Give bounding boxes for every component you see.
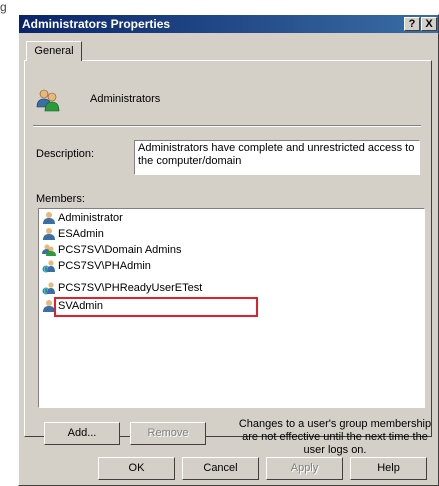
caption-text: g	[0, 0, 7, 14]
domain-group-icon	[42, 244, 56, 256]
help-button[interactable]: Help	[350, 457, 427, 480]
highlight-box	[54, 297, 258, 317]
cancel-button[interactable]: Cancel	[182, 457, 259, 480]
add-button[interactable]: Add...	[44, 422, 120, 445]
close-title-button[interactable]: X	[421, 17, 437, 31]
user-icon	[43, 228, 55, 240]
remove-button[interactable]: Remove	[130, 422, 206, 445]
properties-dialog: Administrators Properties ? X General Ad…	[18, 14, 439, 486]
domain-user-icon	[42, 282, 55, 295]
group-name: Administrators	[90, 93, 161, 105]
tab-general[interactable]: General	[26, 41, 82, 61]
help-title-button[interactable]: ?	[404, 17, 420, 31]
description-field[interactable]: Administrators have complete and unrestr…	[134, 140, 420, 175]
group-icon	[36, 89, 60, 112]
ok-button[interactable]: OK	[98, 457, 175, 480]
header-divider	[33, 125, 421, 127]
title-bar[interactable]: Administrators Properties ? X	[19, 15, 438, 33]
description-label: Description:	[36, 148, 95, 160]
members-label: Members:	[36, 193, 85, 205]
apply-button[interactable]: Apply	[266, 457, 343, 480]
user-icon	[43, 212, 55, 224]
domain-user-icon	[42, 260, 55, 273]
window-title: Administrators Properties	[22, 17, 171, 31]
membership-note: Changes to a user's group membership are…	[238, 418, 432, 456]
